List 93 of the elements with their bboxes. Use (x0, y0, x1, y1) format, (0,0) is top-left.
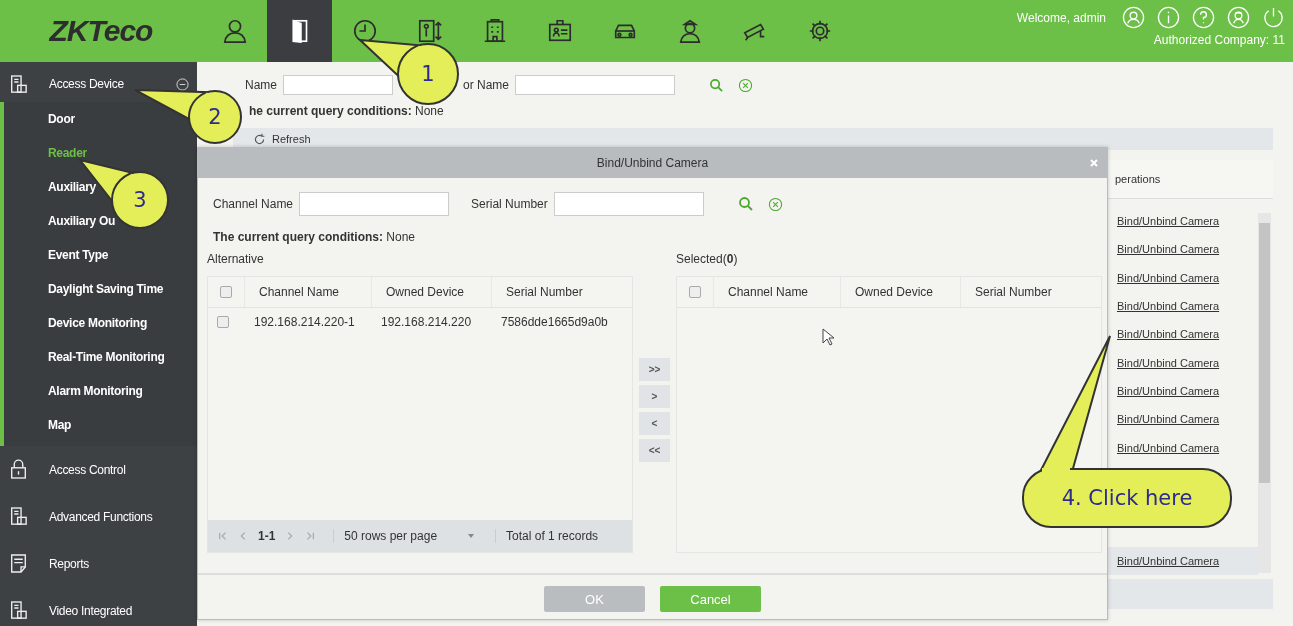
bind-camera-link[interactable]: Bind/Unbind Camera (1117, 384, 1220, 397)
previous-page-icon[interactable] (238, 531, 248, 541)
transfer-button[interactable]: << (639, 439, 670, 462)
scrollbar[interactable] (1258, 213, 1271, 573)
close-icon[interactable] (1089, 158, 1099, 168)
first-page-icon[interactable] (218, 531, 228, 541)
table-cell-text: 192.168.214.220 (380, 314, 473, 331)
column-header: Channel Name (713, 277, 840, 307)
menu-group[interactable]: Access Control (49, 462, 126, 477)
menu-item[interactable]: Event Type (48, 238, 109, 272)
user-icon[interactable] (1122, 6, 1145, 29)
mouse-pointer-icon (822, 328, 834, 346)
menu-group[interactable]: Video Integrated (49, 603, 133, 618)
column-header: Serial Number (491, 277, 632, 307)
record-total: Total of 1 records (495, 529, 599, 543)
field-label: Channel Name (213, 197, 294, 211)
page-size-dropdown[interactable]: 50 rows per page (333, 529, 438, 543)
menu-item[interactable]: Door (48, 102, 75, 136)
help-icon[interactable] (1192, 6, 1215, 29)
callout-number: 3 (133, 189, 147, 211)
lock-icon (10, 459, 27, 480)
menu-group[interactable]: Access Device (49, 77, 124, 91)
checkbox[interactable] (220, 286, 232, 298)
search-icon[interactable] (709, 77, 725, 93)
report-icon (10, 553, 27, 574)
menu-item[interactable]: Real-Time Monitoring (48, 340, 165, 374)
checkbox[interactable] (217, 316, 229, 328)
menu-item[interactable]: Auxiliary (48, 170, 96, 204)
search-icon[interactable] (737, 196, 754, 212)
logo: ZKTeco (49, 14, 153, 48)
transfer-button[interactable]: > (639, 385, 670, 408)
input-field[interactable] (299, 192, 450, 216)
bind-camera-link[interactable]: Bind/Unbind Camera (1117, 215, 1220, 228)
elevator-icon (416, 18, 443, 44)
field-label: Name (245, 78, 277, 92)
page-range: 1-1 (258, 529, 276, 543)
device-icon (10, 506, 27, 527)
module-tab[interactable] (267, 0, 332, 62)
field-label: or Name (463, 78, 510, 92)
transfer-button[interactable]: < (639, 412, 670, 435)
clear-icon[interactable] (738, 77, 754, 93)
list-title: Selected(0) (676, 252, 739, 268)
info-icon[interactable] (1157, 6, 1180, 29)
input-field[interactable] (515, 75, 676, 95)
column-header: Channel Name (244, 277, 371, 307)
device-icon (10, 73, 27, 95)
checkbox[interactable] (689, 286, 701, 298)
column-header: Owned Device (840, 277, 960, 307)
bind-camera-link[interactable]: Bind/Unbind Camera (1117, 554, 1220, 567)
table-cell-text: 192.168.214.220-1 (253, 314, 356, 331)
column-header: Owned Device (371, 277, 491, 307)
collapse-icon[interactable] (176, 77, 189, 91)
bind-camera-link[interactable]: Bind/Unbind Camera (1117, 356, 1220, 369)
input-field[interactable] (553, 192, 704, 216)
menu-item[interactable]: Daylight Saving Time (48, 272, 164, 306)
callout-text: 4. Click here (1061, 487, 1193, 509)
menu-item[interactable]: Reader (48, 136, 87, 170)
callout-number: 1 (421, 63, 435, 85)
query-conditions: The current query conditions: None (213, 230, 417, 246)
menu-item[interactable]: Device Monitoring (48, 306, 147, 340)
person-icon (221, 18, 248, 44)
bind-camera-link[interactable]: Bind/Unbind Camera (1117, 328, 1220, 341)
id-card-icon (546, 18, 573, 44)
bind-camera-link[interactable]: Bind/Unbind Camera (1117, 300, 1220, 313)
refresh-button[interactable]: Refresh (272, 133, 311, 145)
account-icon[interactable] (1227, 6, 1250, 29)
last-page-icon[interactable] (305, 531, 316, 541)
bind-camera-link[interactable]: Bind/Unbind Camera (1117, 271, 1220, 284)
menu-group[interactable]: Reports (49, 556, 89, 571)
bind-camera-link[interactable]: Bind/Unbind Camera (1117, 441, 1220, 454)
input-field[interactable] (283, 75, 393, 95)
table-cell-text: 7586dde1665d9a0b (500, 314, 609, 331)
menu-item[interactable]: Map (48, 408, 72, 442)
menu-item[interactable]: Alarm Monitoring (48, 374, 143, 408)
dropdown-caret-icon[interactable] (467, 533, 476, 539)
bind-camera-link[interactable]: Bind/Unbind Camera (1117, 413, 1220, 426)
field-label: Serial Number (471, 197, 548, 211)
menu-group[interactable]: Advanced Functions (49, 509, 153, 524)
company-text: Authorized Company: 11 (1153, 33, 1285, 47)
list-title: Alternative (207, 252, 265, 268)
menu-item[interactable]: Auxiliary Ou (48, 204, 116, 238)
query-conditions: he current query conditions: None (249, 104, 445, 120)
bind-camera-link[interactable]: Bind/Unbind Camera (1117, 243, 1220, 256)
dialog-title: Bind/Unbind Camera (596, 156, 709, 170)
column-header: perations (1115, 173, 1161, 185)
device-icon (10, 600, 27, 621)
callout-number: 2 (208, 106, 222, 128)
power-icon[interactable] (1262, 6, 1285, 29)
column-header: Serial Number (960, 277, 1101, 307)
welcome-text: Welcome, admin (1016, 10, 1106, 25)
clear-icon[interactable] (767, 196, 783, 212)
refresh-icon[interactable] (253, 132, 266, 146)
transfer-button[interactable]: >> (639, 358, 670, 381)
